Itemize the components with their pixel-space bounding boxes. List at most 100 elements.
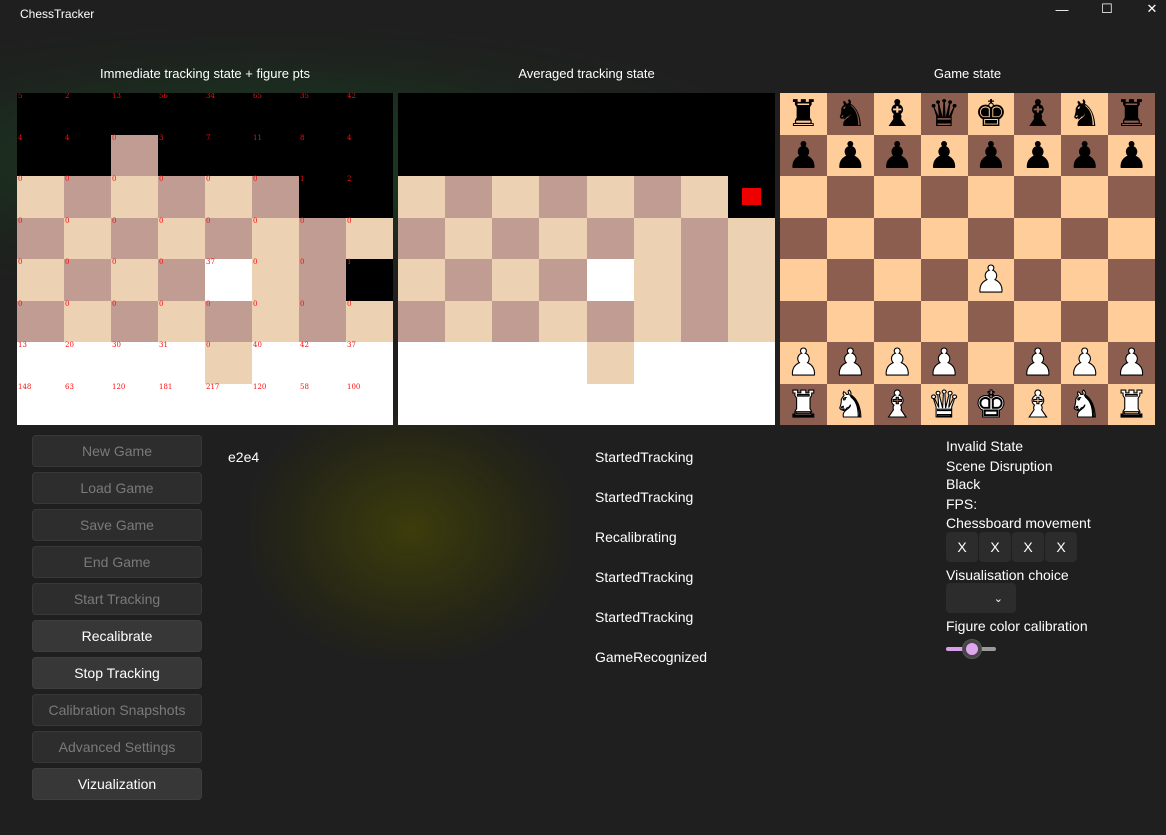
black-pawn-icon[interactable]: ♟ [927,137,960,174]
white-rook-icon[interactable]: ♜ [786,385,820,423]
black-bishop-icon[interactable]: ♝ [1021,95,1054,132]
black-pawn-icon[interactable]: ♟ [1021,137,1054,174]
board-square[interactable]: ♟ [1014,134,1062,176]
board-square[interactable] [873,176,921,218]
board-square[interactable]: ♞ [1061,93,1109,135]
black-pawn-icon[interactable]: ♟ [787,137,820,174]
board-square[interactable]: ♜ [1108,383,1155,425]
white-knight-icon[interactable]: ♞ [833,385,867,423]
board-square[interactable] [1061,176,1109,218]
board-square[interactable]: ♝ [1014,383,1062,425]
start-tracking-button[interactable]: Start Tracking [32,583,202,615]
board-square[interactable] [780,300,827,342]
board-square[interactable]: ♛ [920,93,968,135]
board-square[interactable] [1014,300,1062,342]
board-square[interactable] [826,176,874,218]
black-king-icon[interactable]: ♚ [974,95,1007,132]
white-queen-icon[interactable]: ♛ [927,385,961,423]
board-square[interactable]: ♟ [967,259,1015,301]
white-knight-icon[interactable]: ♞ [1068,385,1102,423]
new-game-button[interactable]: New Game [32,435,202,467]
close-button[interactable]: ✕ [1130,0,1166,18]
calibration-snapshots-button[interactable]: Calibration Snapshots [32,694,202,726]
maximize-button[interactable]: ☐ [1085,0,1129,18]
board-square[interactable]: ♟ [1061,134,1109,176]
board-square[interactable]: ♚ [967,383,1015,425]
vizualization-button[interactable]: Vizualization [32,768,202,800]
board-square[interactable] [920,176,968,218]
board-square[interactable] [873,217,921,259]
black-queen-icon[interactable]: ♛ [927,95,960,132]
black-pawn-icon[interactable]: ♟ [974,137,1007,174]
board-square[interactable]: ♝ [873,383,921,425]
board-square[interactable]: ♞ [1061,383,1109,425]
advanced-settings-button[interactable]: Advanced Settings [32,731,202,763]
board-square[interactable] [1014,259,1062,301]
white-bishop-icon[interactable]: ♝ [1021,385,1055,423]
white-pawn-icon[interactable]: ♟ [786,344,820,382]
stop-tracking-button[interactable]: Stop Tracking [32,657,202,689]
black-rook-icon[interactable]: ♜ [787,95,820,132]
board-square[interactable] [1061,259,1109,301]
board-square[interactable] [920,300,968,342]
white-king-icon[interactable]: ♚ [974,385,1008,423]
visualisation-choice-combobox[interactable]: ⌄ [946,583,1016,613]
black-pawn-icon[interactable]: ♟ [1115,137,1148,174]
board-square[interactable]: ♝ [1014,93,1062,135]
board-square[interactable] [920,217,968,259]
black-knight-icon[interactable]: ♞ [834,95,867,132]
board-square[interactable] [1061,300,1109,342]
board-square[interactable]: ♟ [1108,342,1155,384]
board-square[interactable]: ♚ [967,93,1015,135]
black-rook-icon[interactable]: ♜ [1115,95,1148,132]
board-square[interactable] [780,176,827,218]
recalibrate-button[interactable]: Recalibrate [32,620,202,652]
board-square[interactable] [1108,300,1155,342]
board-square[interactable]: ♟ [826,342,874,384]
board-square[interactable] [967,176,1015,218]
black-pawn-icon[interactable]: ♟ [834,137,867,174]
white-pawn-icon[interactable]: ♟ [927,344,961,382]
board-square[interactable] [780,217,827,259]
board-square[interactable]: ♟ [780,134,827,176]
white-bishop-icon[interactable]: ♝ [880,385,914,423]
black-pawn-icon[interactable]: ♟ [1068,137,1101,174]
board-square[interactable] [826,300,874,342]
save-game-button[interactable]: Save Game [32,509,202,541]
white-pawn-icon[interactable]: ♟ [1068,344,1102,382]
board-square[interactable]: ♟ [1108,134,1155,176]
black-pawn-icon[interactable]: ♟ [881,137,914,174]
black-knight-icon[interactable]: ♞ [1068,95,1101,132]
white-pawn-icon[interactable]: ♟ [1021,344,1055,382]
end-game-button[interactable]: End Game [32,546,202,578]
board-square[interactable]: ♟ [920,342,968,384]
board-square[interactable] [1014,176,1062,218]
white-pawn-icon[interactable]: ♟ [1114,344,1148,382]
board-square[interactable]: ♜ [1108,93,1155,135]
board-square[interactable] [1108,176,1155,218]
black-bishop-icon[interactable]: ♝ [881,95,914,132]
board-square[interactable] [1014,217,1062,259]
white-pawn-icon[interactable]: ♟ [833,344,867,382]
board-square[interactable] [920,259,968,301]
board-square[interactable]: ♜ [780,383,827,425]
board-square[interactable] [1108,217,1155,259]
board-square[interactable] [780,259,827,301]
load-game-button[interactable]: Load Game [32,472,202,504]
board-square[interactable] [1108,259,1155,301]
board-square[interactable] [873,300,921,342]
board-square[interactable] [826,259,874,301]
board-square[interactable]: ♟ [1014,342,1062,384]
board-square[interactable] [967,342,1015,384]
minimize-button[interactable]: — [1040,0,1084,18]
board-square[interactable]: ♟ [967,134,1015,176]
board-square[interactable] [1061,217,1109,259]
board-square[interactable]: ♝ [873,93,921,135]
board-square[interactable]: ♜ [780,93,827,135]
board-square[interactable]: ♟ [873,134,921,176]
board-square[interactable]: ♟ [780,342,827,384]
board-square[interactable]: ♞ [826,383,874,425]
board-square[interactable] [967,300,1015,342]
board-square[interactable] [967,217,1015,259]
board-square[interactable]: ♟ [920,134,968,176]
